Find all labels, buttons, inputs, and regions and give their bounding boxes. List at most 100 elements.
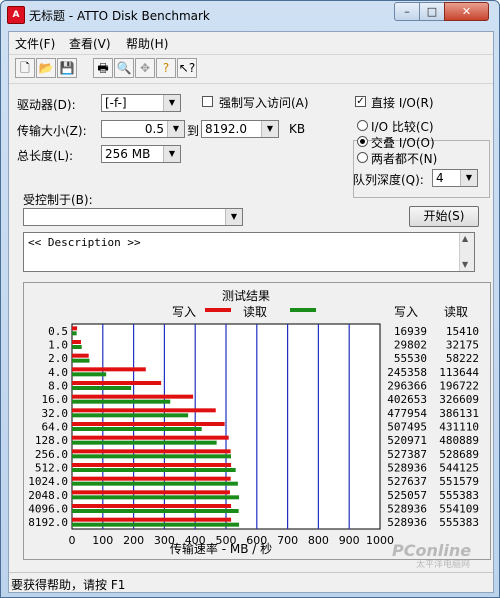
legend-write-swatch xyxy=(205,308,231,312)
write-value: 520971 xyxy=(387,434,427,447)
io-compare-label: I/O 比较(C) xyxy=(371,120,434,134)
read-value: 58222 xyxy=(446,352,479,365)
y-tick-label: 128.0 xyxy=(35,434,68,447)
description-scrollbar[interactable]: ▲ ▼ xyxy=(459,233,474,271)
read-value: 113644 xyxy=(439,366,479,379)
print-preview-icon[interactable]: 🔍 xyxy=(114,58,134,78)
scroll-down-icon[interactable]: ▼ xyxy=(462,260,468,269)
legend-read-label: 读取 xyxy=(243,305,267,319)
read-bar xyxy=(72,427,202,431)
write-value: 29802 xyxy=(394,339,427,352)
y-tick-label: 256.0 xyxy=(35,448,68,461)
transfer-from-select[interactable]: 0.5 ▼ xyxy=(101,120,185,138)
scroll-up-icon[interactable]: ▲ xyxy=(462,234,468,243)
queue-depth-select[interactable]: 4 ▼ xyxy=(432,169,478,187)
close-button[interactable]: ✕ xyxy=(444,2,489,21)
help-icon[interactable]: ? xyxy=(156,58,176,78)
menu-view[interactable]: 查看(V) xyxy=(69,35,111,52)
drive-select[interactable]: [-f-] ▼ xyxy=(101,94,181,112)
force-write-label: 强制写入访问(A) xyxy=(219,96,309,110)
controlled-by-label: 受控制于(B): xyxy=(23,193,93,207)
read-bar xyxy=(72,413,189,418)
y-tick-label: 4.0 xyxy=(48,366,68,379)
overlapped-io-label: 交叠 I/O(O) xyxy=(371,136,435,150)
read-bar xyxy=(72,495,240,500)
y-tick-label: 32.0 xyxy=(42,407,69,420)
y-tick-label: 8192.0 xyxy=(28,516,68,529)
read-value: 196722 xyxy=(439,380,479,393)
col-write-header: 写入 xyxy=(394,305,418,319)
y-tick-label: 2.0 xyxy=(48,352,68,365)
client-area: 文件(F) 查看(V) 帮助(H) 🗋 📂 💾 🖶 🔍 ✥ ? ↖? 驱动器(D… xyxy=(8,31,494,593)
atto-icon: A xyxy=(7,6,25,24)
direct-io-checkbox[interactable]: ✓ xyxy=(355,96,366,107)
maximize-button[interactable]: □ xyxy=(419,2,445,21)
x-tick-label: 700 xyxy=(277,534,298,547)
controlled-by-select[interactable]: ▼ xyxy=(23,208,243,226)
watermark-sub: 太平洋电脑网 xyxy=(416,560,471,570)
y-tick-label: 2048.0 xyxy=(28,489,68,502)
x-tick-label: 800 xyxy=(308,534,329,547)
y-tick-label: 512.0 xyxy=(35,462,68,475)
window-title: 无标题 - ATTO Disk Benchmark xyxy=(29,9,210,23)
drive-value: [-f-] xyxy=(105,96,127,110)
overlapped-io-radio[interactable] xyxy=(357,136,368,147)
write-bar xyxy=(72,381,162,385)
x-tick-label: 1000 xyxy=(366,534,394,547)
legend-read-swatch xyxy=(290,308,316,312)
main-window: A 无标题 - ATTO Disk Benchmark – □ ✕ 文件(F) … xyxy=(0,0,500,598)
menu-file[interactable]: 文件(F) xyxy=(15,35,55,52)
description-box[interactable]: << Description >> ▲ ▼ xyxy=(23,232,475,272)
description-text: << Description >> xyxy=(28,236,141,249)
read-value: 32175 xyxy=(446,339,479,352)
write-bar xyxy=(72,517,232,522)
write-bar xyxy=(72,394,194,399)
total-length-select[interactable]: 256 MB ▼ xyxy=(101,145,181,163)
kb-label: KB xyxy=(289,122,306,136)
read-value: 386131 xyxy=(439,407,479,420)
force-write-checkbox[interactable] xyxy=(202,96,213,107)
read-value: 555383 xyxy=(439,489,479,502)
start-button[interactable]: 开始(S) xyxy=(409,206,479,227)
y-tick-label: 64.0 xyxy=(42,421,69,434)
write-value: 477954 xyxy=(387,407,427,420)
save-icon[interactable]: 💾 xyxy=(57,58,77,78)
write-bar xyxy=(72,463,232,467)
move-icon[interactable]: ✥ xyxy=(135,58,155,78)
context-help-icon[interactable]: ↖? xyxy=(177,58,197,78)
neither-radio[interactable] xyxy=(357,152,368,163)
legend-write-label: 写入 xyxy=(172,305,196,319)
direct-io-label: 直接 I/O(R) xyxy=(371,96,434,110)
title-bar[interactable]: A 无标题 - ATTO Disk Benchmark – □ ✕ xyxy=(1,1,499,29)
x-tick-label: 900 xyxy=(339,534,360,547)
queue-depth-label: 队列深度(Q): xyxy=(353,173,424,187)
io-compare-radio[interactable] xyxy=(357,120,368,131)
open-icon[interactable]: 📂 xyxy=(36,58,56,78)
y-tick-label: 8.0 xyxy=(48,380,68,393)
write-bar xyxy=(72,476,231,481)
write-bar xyxy=(72,449,231,454)
queue-depth-value: 4 xyxy=(436,171,444,185)
y-tick-label: 4096.0 xyxy=(28,503,68,516)
toolbar: 🗋 📂 💾 🖶 🔍 ✥ ? ↖? xyxy=(9,54,493,84)
results-panel: 测试结果 写入 读取 写入 读取 传输速率 - MB / 秒 0 100 200 30… xyxy=(23,282,491,560)
menu-help[interactable]: 帮助(H) xyxy=(126,35,168,52)
read-bar xyxy=(72,331,77,336)
read-value: 544125 xyxy=(439,462,479,475)
total-length-label: 总长度(L): xyxy=(17,149,74,163)
read-bar xyxy=(72,345,82,349)
status-text: 要获得帮助，请按 F1 xyxy=(11,578,126,592)
transfer-to-select[interactable]: 8192.0 ▼ xyxy=(201,120,279,138)
new-icon[interactable]: 🗋 xyxy=(15,58,35,78)
chevron-down-icon: ▼ xyxy=(167,121,184,137)
read-bar xyxy=(72,468,236,472)
write-value: 528936 xyxy=(387,503,427,516)
status-bar: 要获得帮助，请按 F1 xyxy=(9,572,493,593)
minimize-button[interactable]: – xyxy=(394,2,420,21)
results-chart: 测试结果 写入 读取 写入 读取 传输速率 - MB / 秒 0 100 200 30… xyxy=(28,288,479,556)
write-bar xyxy=(72,422,225,426)
read-value: 555383 xyxy=(439,516,479,529)
read-bar xyxy=(72,372,107,377)
print-icon[interactable]: 🖶 xyxy=(93,58,113,78)
x-tick-label: 600 xyxy=(246,534,267,547)
